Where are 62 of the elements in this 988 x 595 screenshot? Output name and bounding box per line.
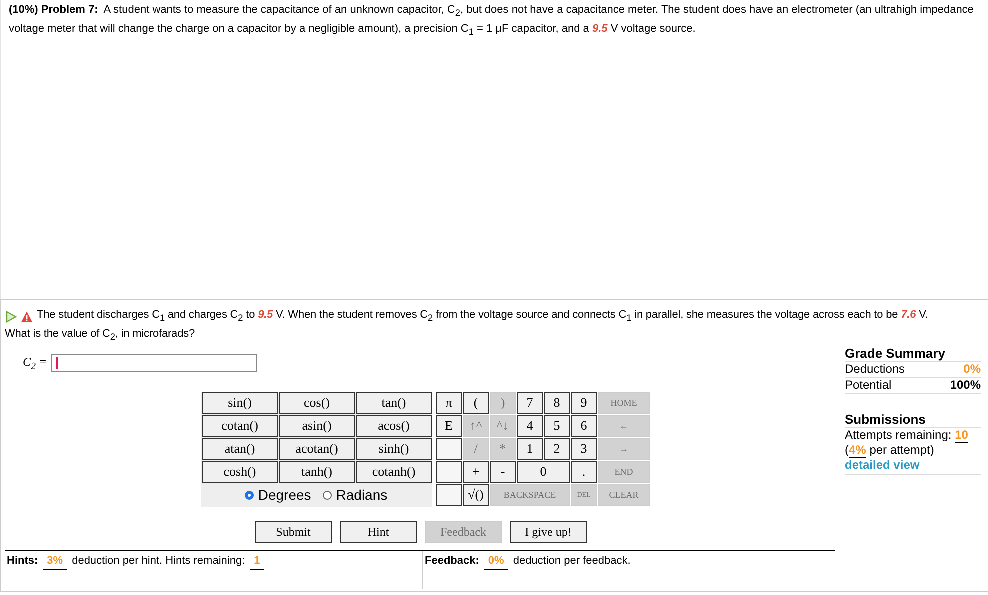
function-key[interactable]: cosh() xyxy=(202,461,278,484)
keypad-key[interactable]: ( xyxy=(463,392,489,414)
blank-key xyxy=(436,461,462,484)
attempts-count: 10 xyxy=(955,428,968,443)
submissions-title: Submissions xyxy=(845,412,981,428)
angle-radio[interactable]: Degrees xyxy=(245,487,312,504)
feedback-text: deduction per feedback. xyxy=(513,555,631,570)
question-text: The student discharges C$_{1}$ and charges C$_{2}$ to 9.5 V. When the student removes C$_{2}$ from the voltage source and connects C$_{1}$ in parallel, she measures the voltage across each to be 7.6 V. xyxy=(37,308,928,326)
function-key[interactable]: cotan() xyxy=(202,415,278,438)
problem-text: (10%) Problem 7: A student wants to measure the capacitance of an unknown capacitor, C$_{2}$, but does not have a capacitance meter. The student does have an electrometer (an ultrahigh impedance voltage meter that will change the charge on a capacitor by a negligible amount), a precision C$_{1}$ = 1 μF capacitor, and a 9.5 V voltage source. xyxy=(9,3,975,40)
keypad-key[interactable]: 7 xyxy=(517,392,543,414)
question-text: What is the value of C$_{2}$, in microfarads? xyxy=(5,327,196,344)
keypad-key[interactable]: 5 xyxy=(544,415,570,438)
action-button[interactable]: Hint xyxy=(340,521,417,544)
angle-radio[interactable]: Radians xyxy=(323,487,388,504)
summary-value: 100% xyxy=(950,378,981,393)
keypad-key[interactable]: 2 xyxy=(544,438,570,460)
keypad-key[interactable]: - xyxy=(490,461,516,484)
keypad-key[interactable]: √() xyxy=(463,484,489,506)
function-key[interactable]: sin() xyxy=(202,392,278,414)
action-button[interactable]: Submit xyxy=(255,521,332,544)
hints-label: Hints: xyxy=(7,555,38,570)
blank-key xyxy=(436,438,462,460)
function-key[interactable]: acotan() xyxy=(279,438,355,460)
per-attempt-text: per attempt) xyxy=(870,443,934,457)
hint-deduction: 3% xyxy=(43,555,68,570)
keypad-key[interactable]: 6 xyxy=(571,415,597,438)
keypad-key[interactable]: 3 xyxy=(571,438,597,460)
action-button[interactable]: I give up! xyxy=(510,521,587,544)
attempts-label: Attempts remaining: xyxy=(845,428,952,442)
play-icon[interactable] xyxy=(5,310,17,323)
feedback-deduction: 0% xyxy=(484,555,508,570)
keypad-key[interactable]: 8 xyxy=(544,392,570,414)
keypad-key[interactable]: 4 xyxy=(517,415,543,438)
function-key[interactable]: tan() xyxy=(356,392,432,414)
summary-label: Deductions xyxy=(845,362,906,377)
function-key[interactable]: asin() xyxy=(279,415,355,438)
summary-label: Potential xyxy=(845,378,892,393)
feedback-label: Feedback: xyxy=(425,555,480,570)
function-key[interactable]: cotanh() xyxy=(356,461,432,484)
keypad-key[interactable]: 0 xyxy=(517,461,570,484)
function-key[interactable]: tanh() xyxy=(279,461,355,484)
per-attempt-value: 4% xyxy=(849,443,866,458)
keypad-key[interactable]: 9 xyxy=(571,392,597,414)
function-key[interactable]: atan() xyxy=(202,438,278,460)
function-key[interactable]: sinh() xyxy=(356,438,432,460)
warning-icon xyxy=(21,310,33,323)
answer-label: C$_{2}$ = xyxy=(23,354,48,372)
keypad-key[interactable]: π xyxy=(436,392,462,414)
keypad-key[interactable]: 1 xyxy=(517,438,543,460)
keypad-key[interactable]: . xyxy=(571,461,597,484)
paren: ( xyxy=(845,443,849,457)
function-key[interactable]: cos() xyxy=(279,392,355,414)
grade-summary-title: Grade Summary xyxy=(845,346,981,362)
hints-text: deduction per hint. Hints remaining: xyxy=(72,555,246,570)
keypad-key[interactable]: E xyxy=(436,415,462,438)
hints-remaining: 1 xyxy=(250,555,264,570)
summary-value: 0% xyxy=(964,362,981,377)
blank-key xyxy=(436,484,462,506)
answer-field[interactable] xyxy=(51,354,258,372)
function-key[interactable]: acos() xyxy=(356,415,432,438)
keypad-key[interactable]: + xyxy=(463,461,489,484)
